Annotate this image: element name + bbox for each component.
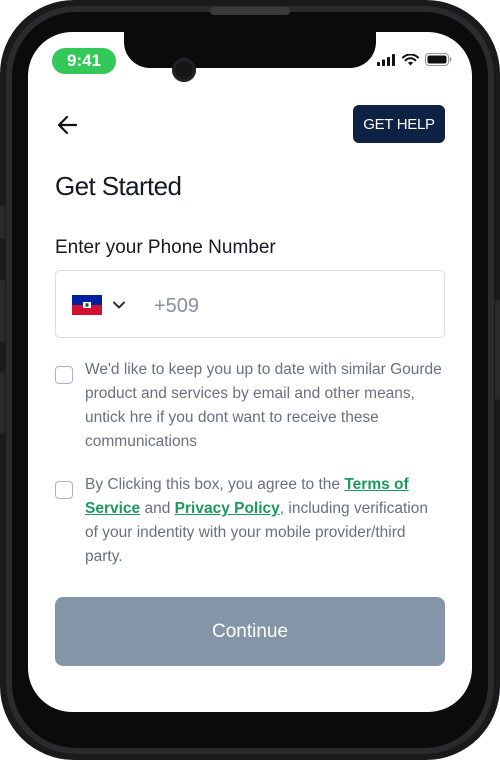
notch <box>124 32 376 68</box>
terms-consent-checkbox[interactable] <box>55 481 73 499</box>
silent-switch <box>0 205 5 239</box>
page-title: Get Started <box>55 171 182 201</box>
marketing-consent-checkbox[interactable] <box>55 366 73 384</box>
speaker-slot <box>210 7 290 15</box>
haiti-flag-icon <box>72 295 102 315</box>
arrow-left-icon <box>57 115 78 135</box>
terms-text-middle: and <box>140 500 175 517</box>
volume-up-button <box>0 280 5 342</box>
privacy-policy-link[interactable]: Privacy Policy <box>175 500 280 517</box>
camera-icon <box>172 58 196 82</box>
battery-icon <box>425 53 452 66</box>
phone-number-field <box>55 270 445 338</box>
get-help-button[interactable]: GET HELP <box>353 105 445 143</box>
wifi-icon <box>402 53 419 65</box>
app-screen: 9:41 GET HELP Get Started Enter your Pho… <box>28 32 472 712</box>
cellular-signal-icon <box>377 53 395 66</box>
phone-number-input[interactable] <box>152 285 426 327</box>
chevron-down-icon <box>113 301 125 309</box>
phone-number-label: Enter your Phone Number <box>55 237 276 258</box>
country-code-picker[interactable] <box>72 293 126 317</box>
power-button <box>495 300 500 400</box>
back-button[interactable] <box>54 112 82 138</box>
continue-button[interactable]: Continue <box>55 597 445 666</box>
marketing-consent-text: We'd like to keep you up to date with si… <box>85 361 442 450</box>
terms-text-before: By Clicking this box, you agree to the <box>85 476 345 493</box>
volume-down-button <box>0 372 5 434</box>
terms-consent-text: By Clicking this box, you agree to the T… <box>85 473 445 569</box>
status-time: 9:41 <box>52 48 116 74</box>
status-icons <box>377 53 452 66</box>
